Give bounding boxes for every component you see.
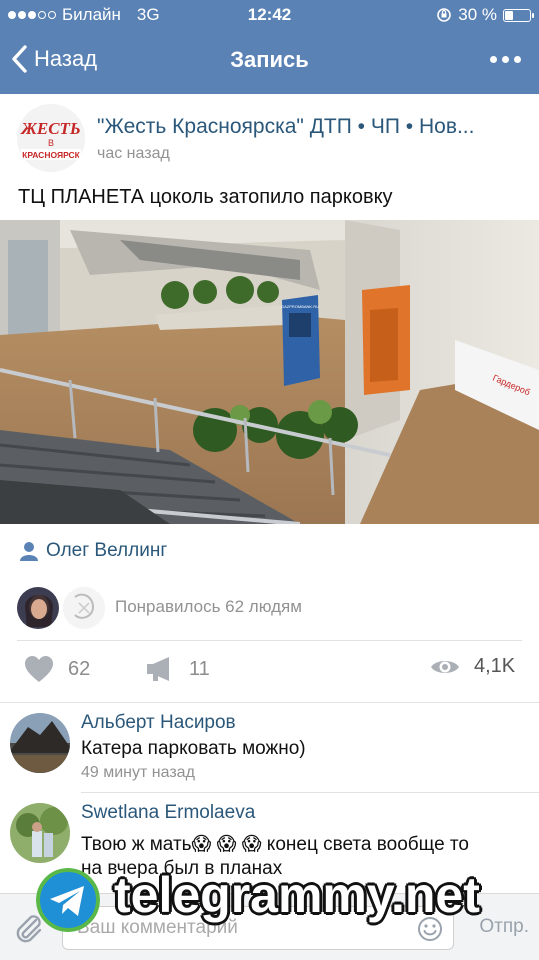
svg-text:ЖЕСТЬ: ЖЕСТЬ — [20, 119, 80, 138]
likes-row[interactable]: Понравилось 62 людям — [17, 585, 522, 639]
commenter-name[interactable]: Swetlana Ermolaeva — [81, 802, 255, 824]
commenter-avatar[interactable] — [10, 713, 70, 773]
battery-percent: 30 % — [458, 5, 497, 24]
divider — [0, 702, 539, 703]
svg-text:КРАСНОЯРСК: КРАСНОЯРСК — [22, 150, 81, 160]
battery-icon — [503, 8, 534, 22]
liker-avatar[interactable] — [63, 587, 105, 629]
svg-text:В: В — [48, 138, 54, 148]
post-header: ЖЕСТЬ В КРАСНОЯРСК "Жесть Красноярска" Д… — [0, 94, 539, 178]
repost-count: 11 — [189, 657, 210, 680]
post-actions: 62 11 4,1K — [0, 645, 539, 701]
megaphone-icon — [147, 657, 169, 681]
svg-text:GAZPROMBANK.RU: GAZPROMBANK.RU — [281, 304, 319, 309]
nav-bar: Назад Запись — [0, 30, 539, 94]
heart-icon — [25, 656, 53, 682]
author-name: Олег Веллинг — [46, 540, 168, 561]
commenter-name[interactable]: Альберт Насиров — [81, 712, 236, 734]
user-icon — [20, 542, 38, 561]
post-time: час назад — [97, 145, 170, 162]
group-name[interactable]: "Жесть Красноярска" ДТП • ЧП • Нов... — [97, 115, 527, 139]
group-logo-image: ЖЕСТЬ В КРАСНОЯРСК — [17, 104, 85, 172]
divider — [81, 792, 539, 793]
telegram-logo-icon — [36, 868, 100, 932]
post-author[interactable]: Олег Веллинг — [20, 540, 167, 562]
watermark: telegrammy.net — [36, 866, 526, 934]
group-avatar[interactable]: ЖЕСТЬ В КРАСНОЯРСК — [17, 104, 85, 172]
liker-avatar[interactable] — [17, 587, 59, 629]
page-title: Запись — [230, 47, 309, 72]
views-count: 4,1K — [474, 655, 516, 677]
top-bar: Билайн 3G 12:42 30 % Назад Запись — [0, 0, 539, 94]
orientation-lock-icon — [437, 8, 452, 22]
status-bar: Билайн 3G 12:42 30 % — [0, 0, 539, 30]
post-photo[interactable]: GAZPROMBANK.RU Гардероб — [0, 220, 539, 526]
post-text: ТЦ ПЛАНЕТА цоколь затопило парковку — [18, 186, 393, 208]
more-options-icon[interactable] — [490, 56, 521, 63]
comment-text: Катера парковать можно) — [81, 738, 306, 759]
views-counter: 4,1K — [430, 655, 515, 678]
watermark-text: telegrammy.net — [114, 867, 480, 923]
comment-text-line-1: Твою ж мать😱 😱 😱 конец света вообще то — [81, 834, 469, 855]
commenter-avatar[interactable] — [10, 803, 70, 863]
divider — [17, 640, 522, 641]
repost-button[interactable]: 11 — [145, 655, 210, 683]
eye-icon — [431, 660, 459, 673]
like-button[interactable]: 62 — [24, 655, 90, 683]
likes-summary: Понравилось 62 людям — [115, 597, 302, 616]
comment-time: 49 минут назад — [81, 764, 195, 781]
flooded-parking-photo: GAZPROMBANK.RU Гардероб — [0, 220, 539, 526]
like-count: 62 — [68, 657, 91, 680]
